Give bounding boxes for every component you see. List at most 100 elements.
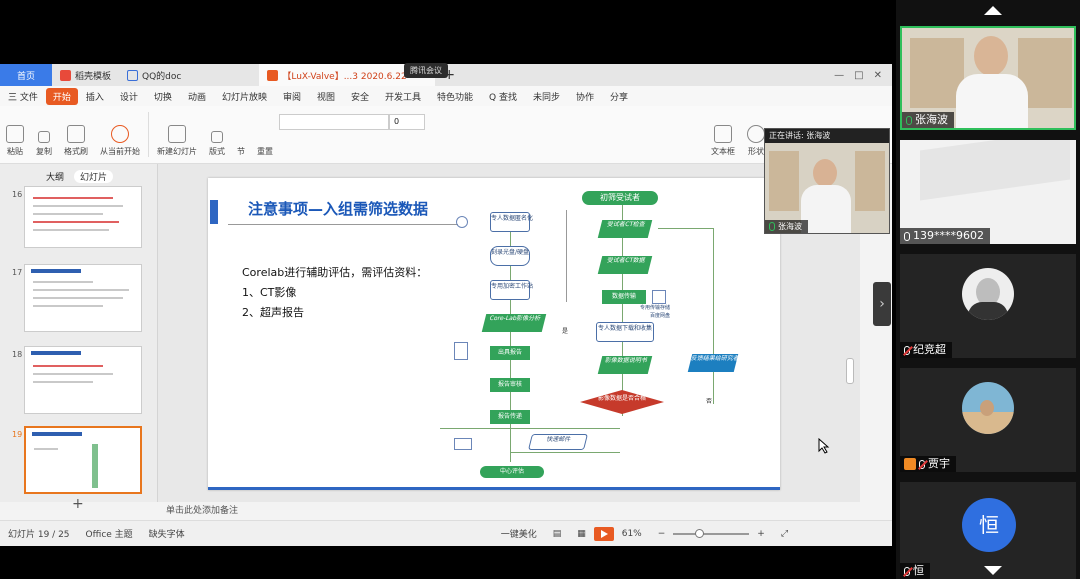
font-size-select[interactable]: 0: [389, 114, 425, 130]
slide-thumbnail[interactable]: [24, 264, 142, 332]
tab-slides[interactable]: 幻灯片: [74, 170, 114, 183]
avatar: [962, 268, 1014, 320]
flow-connector: [566, 210, 567, 302]
slide-thumbnail[interactable]: [24, 186, 142, 248]
thumb-line: [33, 229, 109, 231]
section-button[interactable]: 节: [231, 106, 251, 163]
tab-home[interactable]: 首页: [0, 64, 52, 86]
paste-label: 粘贴: [7, 147, 23, 156]
menu-item[interactable]: 特色功能: [429, 90, 481, 103]
paste-icon: [6, 125, 24, 143]
play-icon: [111, 125, 129, 143]
tab-doc[interactable]: QQ的doc: [119, 64, 189, 86]
format-painter-button[interactable]: 格式刷: [58, 106, 94, 163]
menu-item[interactable]: 插入: [78, 90, 112, 103]
font-family-select[interactable]: [279, 114, 389, 130]
zoom-slider-knob[interactable]: [695, 528, 705, 538]
participant-tile[interactable]: 139****9602: [900, 140, 1076, 244]
menu-item[interactable]: 切换: [146, 90, 180, 103]
slide-thumbnail-panel: 大纲 幻灯片 16 17 18 19 +: [0, 164, 158, 512]
window-controls: — □ ✕: [834, 70, 892, 81]
close-icon[interactable]: ✕: [874, 70, 882, 81]
zoom-out-icon[interactable]: −: [650, 529, 674, 539]
thumb-line: [33, 281, 93, 283]
missing-font-button[interactable]: 缺失字体: [141, 527, 193, 540]
participant-tile[interactable]: 纪竞超: [900, 254, 1076, 358]
title-underline: [228, 224, 458, 225]
thumb-line: [33, 305, 103, 307]
mic-muted-icon: [904, 345, 910, 355]
menu-item[interactable]: 分享: [602, 90, 636, 103]
ppt-icon: [267, 69, 279, 81]
zoom-level[interactable]: 61%: [614, 529, 650, 539]
menu-item[interactable]: 幻灯片放映: [214, 90, 275, 103]
flow-yes-label: 是: [562, 328, 569, 335]
menu-item[interactable]: 审阅: [275, 90, 309, 103]
slide-thumbnail[interactable]: [24, 346, 142, 414]
thumb-line: [33, 381, 93, 383]
fit-window-icon[interactable]: ⤢: [773, 529, 796, 539]
slide-thumbnail-current[interactable]: [24, 426, 142, 494]
participant-tile[interactable]: 恒 恒: [900, 482, 1076, 579]
menu-item[interactable]: 开始: [45, 87, 78, 105]
participant-name: 恒: [913, 564, 924, 577]
scroll-down-icon[interactable]: [984, 566, 1002, 575]
slide-counter: 幻灯片 19 / 25: [8, 530, 70, 540]
meeting-indicator[interactable]: 腾讯会议: [404, 63, 448, 78]
scroll-up-icon[interactable]: [984, 6, 1002, 15]
maximize-icon[interactable]: □: [854, 70, 863, 81]
copy-button[interactable]: 复制: [30, 106, 58, 163]
participant-tile[interactable]: 张海波: [900, 26, 1076, 130]
normal-view-icon[interactable]: ▤: [545, 529, 570, 539]
flow-connector: [713, 228, 714, 404]
thumb-line: [33, 221, 119, 223]
ceiling: [920, 140, 1070, 201]
scroll-thumb[interactable]: [846, 358, 854, 384]
flow-node: 反馈结果给研究者: [687, 354, 740, 372]
layout-button[interactable]: 版式: [203, 106, 231, 163]
tab-outline[interactable]: 大纲: [46, 170, 64, 183]
thumb-line: [33, 373, 113, 375]
sorter-view-icon[interactable]: ▦: [569, 529, 594, 539]
minimize-icon[interactable]: —: [834, 70, 844, 81]
flow-node: Core-Lab影像分析: [481, 314, 547, 332]
chevron-right-icon[interactable]: ›: [873, 282, 891, 326]
participant-tile[interactable]: 贾宇: [900, 368, 1076, 472]
thumb-line: [33, 365, 103, 367]
play-slideshow-button[interactable]: [593, 526, 614, 541]
menu-item[interactable]: 设计: [112, 90, 146, 103]
flow-no-label: 否: [706, 398, 713, 405]
menu-item[interactable]: 三 文件: [0, 90, 46, 103]
menu-item[interactable]: 未同步: [525, 90, 568, 103]
menu-item[interactable]: 动画: [180, 90, 214, 103]
tab-template[interactable]: 稻壳模板: [52, 64, 119, 86]
copy-label: 复制: [36, 147, 52, 156]
add-slide-button[interactable]: +: [72, 496, 84, 512]
ribbon-divider: [148, 112, 149, 157]
from-current-button[interactable]: 从当前开始: [94, 106, 146, 163]
flow-note: 百度网盘: [650, 313, 671, 319]
notes-pane[interactable]: 单击此处添加备注: [158, 502, 860, 520]
menu-item[interactable]: 视图: [309, 90, 343, 103]
paste-button[interactable]: 粘贴: [0, 106, 30, 163]
zoom-in-icon[interactable]: +: [749, 529, 773, 539]
reset-button[interactable]: 重置: [251, 106, 279, 163]
menu-item[interactable]: 开发工具: [377, 90, 429, 103]
slide-canvas[interactable]: 注意事项—入组需筛选数据 Corelab进行辅助评估，需评估资料： 1、CT影像…: [208, 178, 780, 490]
menu-item[interactable]: 安全: [343, 90, 377, 103]
participant-name-tag: 贾宇: [900, 456, 956, 472]
menu-item[interactable]: Q 查找: [481, 90, 525, 103]
textbox-button[interactable]: 文本框: [705, 106, 741, 163]
title-accent-bar: [210, 200, 218, 224]
menu-item[interactable]: 协作: [568, 90, 602, 103]
new-slide-button[interactable]: 新建幻灯片: [151, 106, 203, 163]
mouse-cursor-icon: [818, 438, 830, 454]
speaker-preview[interactable]: 正在讲话: 张海波 张海波: [764, 128, 890, 234]
flow-node: 专人数据匿名化: [490, 212, 533, 232]
zoom-slider[interactable]: [673, 528, 750, 538]
avatar: 恒: [962, 498, 1016, 552]
flow-node: 报告传递: [490, 410, 530, 424]
flow-node: 出具报告: [490, 346, 530, 360]
flow-connector: [658, 228, 714, 229]
beautify-button[interactable]: 一键美化: [493, 527, 545, 540]
